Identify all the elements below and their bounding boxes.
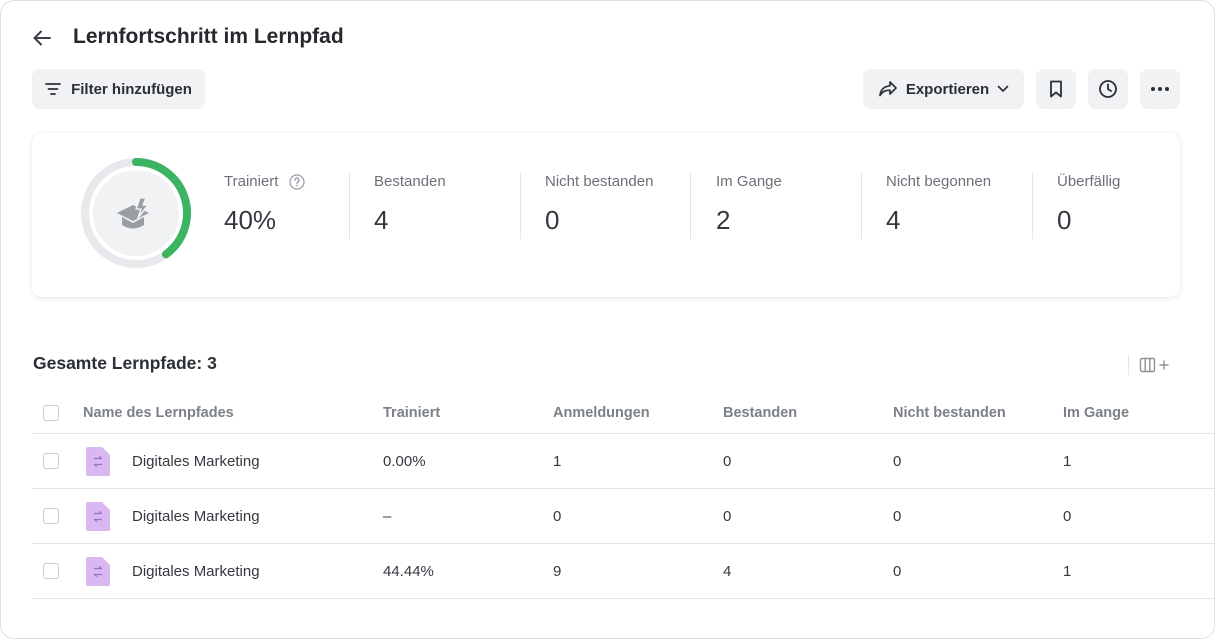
share-arrow-icon — [878, 81, 897, 97]
back-arrow-icon[interactable] — [31, 27, 53, 49]
chevron-down-icon — [997, 85, 1009, 92]
stat-passed-label: Bestanden — [374, 173, 446, 190]
stat-overdue-value: 0 — [1057, 205, 1072, 235]
export-button[interactable]: Exportieren — [863, 69, 1024, 109]
column-header-trained[interactable]: Trainiert — [383, 393, 440, 433]
cell-passed: 4 — [723, 562, 732, 580]
divider — [1032, 173, 1033, 239]
stat-not-started-label: Nicht begonnen — [886, 173, 992, 190]
stats-card: Trainiert 40% Bestanden 4 Nicht bestande… — [32, 133, 1180, 297]
select-all-checkbox[interactable] — [43, 405, 59, 421]
column-header-enrollments[interactable]: Anmeldungen — [553, 393, 650, 433]
cell-in-progress: 1 — [1063, 562, 1072, 580]
learning-path-name[interactable]: Digitales Marketing — [132, 453, 260, 470]
stat-in-progress-value: 2 — [716, 205, 731, 235]
row-checkbox[interactable] — [43, 453, 59, 469]
divider — [861, 173, 862, 239]
clock-icon — [1099, 80, 1117, 98]
cell-trained: – — [383, 507, 392, 525]
learning-path-file-icon — [86, 556, 110, 586]
stat-trained-value: 40% — [224, 205, 277, 235]
progress-ring — [81, 158, 191, 268]
more-horizontal-icon — [1151, 87, 1169, 91]
help-icon[interactable] — [289, 173, 306, 190]
column-header-passed[interactable]: Bestanden — [723, 393, 797, 433]
cell-in-progress: 1 — [1063, 452, 1072, 470]
cell-in-progress: 0 — [1063, 507, 1072, 525]
column-settings-button[interactable] — [1139, 354, 1169, 376]
table-title: Gesamte Lernpfade: 3 — [33, 353, 217, 373]
divider — [520, 173, 521, 239]
bookmark-button[interactable] — [1036, 69, 1076, 109]
cell-failed: 0 — [893, 452, 902, 470]
divider — [1128, 355, 1129, 375]
table-row[interactable]: Digitales Marketing 44.44% 9 4 0 1 — [32, 544, 1214, 599]
stat-trained-label: Trainiert — [224, 173, 279, 190]
row-checkbox[interactable] — [43, 508, 59, 524]
stat-overdue: Überfällig 0 — [1057, 173, 1120, 236]
stat-passed-value: 4 — [374, 205, 389, 235]
cell-passed: 0 — [723, 507, 732, 525]
cell-enrollments: 9 — [553, 562, 562, 580]
cell-enrollments: 1 — [553, 452, 562, 470]
learning-path-file-icon — [86, 446, 110, 476]
stat-overdue-label: Überfällig — [1057, 173, 1121, 190]
stat-in-progress: Im Gange 2 — [716, 173, 782, 236]
stat-passed: Bestanden 4 — [374, 173, 446, 236]
table-row[interactable]: Digitales Marketing 0.00% 1 0 0 1 — [32, 434, 1214, 489]
export-label: Exportieren — [905, 80, 990, 98]
stat-not-started: Nicht begonnen 4 — [886, 173, 991, 236]
stat-failed-value: 0 — [545, 205, 560, 235]
cell-enrollments: 0 — [553, 507, 562, 525]
history-button[interactable] — [1088, 69, 1128, 109]
column-header-name[interactable]: Name des Lernpfades — [83, 393, 234, 433]
divider — [690, 173, 691, 239]
table-row[interactable]: Digitales Marketing – 0 0 0 0 — [32, 489, 1214, 544]
divider — [349, 173, 350, 239]
column-header-failed[interactable]: Nicht bestanden — [893, 393, 1006, 433]
cell-trained: 0.00% — [383, 452, 426, 470]
cell-passed: 0 — [723, 452, 732, 470]
cell-failed: 0 — [893, 562, 902, 580]
cell-failed: 0 — [893, 507, 902, 525]
learning-paths-table: Name des Lernpfades Trainiert Anmeldunge… — [32, 393, 1214, 599]
column-header-in-progress[interactable]: Im Gange — [1063, 393, 1129, 433]
stat-failed-label: Nicht bestanden — [545, 173, 654, 190]
filter-icon — [45, 83, 61, 95]
stat-in-progress-label: Im Gange — [716, 173, 782, 190]
stat-not-started-value: 4 — [886, 205, 901, 235]
columns-add-icon — [1139, 357, 1169, 373]
page-frame: Lernfortschritt im Lernpfad Filter hinzu… — [0, 0, 1215, 639]
bookmark-icon — [1050, 80, 1062, 98]
stat-trained: Trainiert 40% — [224, 173, 306, 236]
more-options-button[interactable] — [1140, 69, 1180, 109]
cell-trained: 44.44% — [383, 562, 434, 580]
learning-path-file-icon — [86, 501, 110, 531]
row-checkbox[interactable] — [43, 563, 59, 579]
table-header-row: Name des Lernpfades Trainiert Anmeldunge… — [32, 393, 1214, 434]
stat-failed: Nicht bestanden 0 — [545, 173, 653, 236]
add-filter-button[interactable]: Filter hinzufügen — [32, 69, 205, 109]
learning-path-name[interactable]: Digitales Marketing — [132, 563, 260, 580]
page-title: Lernfortschritt im Lernpfad — [73, 25, 344, 48]
learning-path-name[interactable]: Digitales Marketing — [132, 508, 260, 525]
add-filter-label: Filter hinzufügen — [71, 80, 192, 98]
